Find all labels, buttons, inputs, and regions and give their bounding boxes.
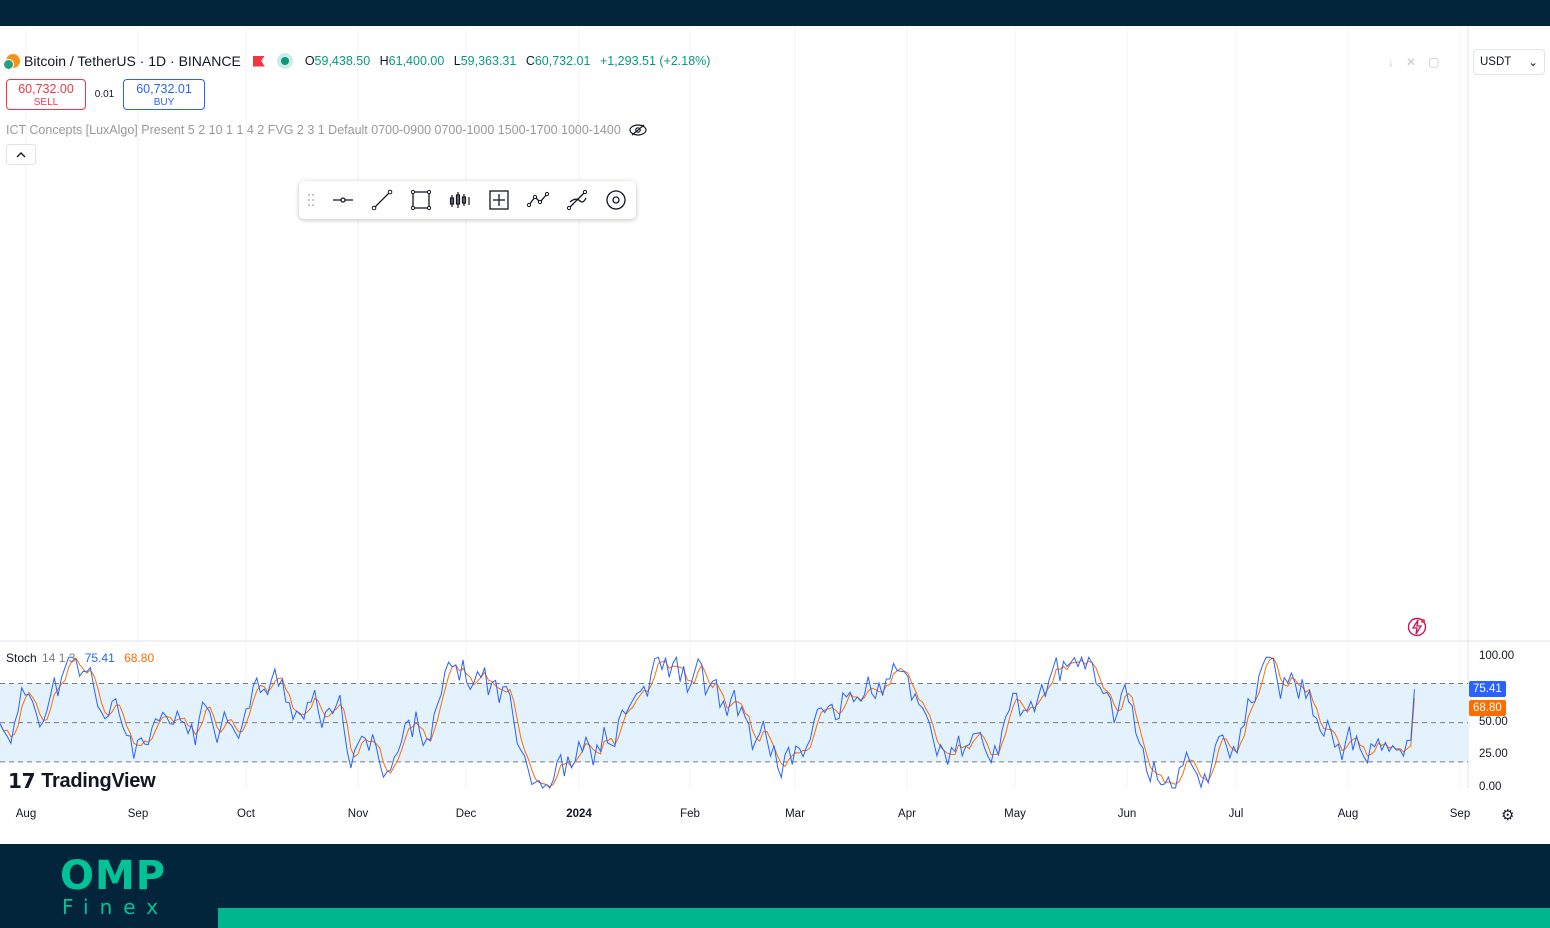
close-value: 60,732.01 [534,54,591,68]
time-tick-label: 2024 [566,808,592,820]
horizontal-line-icon [332,197,353,203]
path-tool[interactable] [518,181,557,219]
stoch-tick-label: 25.00 [1479,748,1508,761]
ohlc-values: O59,438.50 H61,400.00 L59,363.31 C60,732… [305,54,717,68]
path-icon [526,191,549,208]
rectangle-icon [410,189,431,211]
top-banner [0,0,1550,26]
low-value: 59,363.31 [460,54,517,68]
bitcoin-usdt-icon [3,54,20,70]
live-status-dot [280,57,289,65]
stoch-name: Stoch [6,651,37,665]
rectangle-tool[interactable] [401,181,440,219]
high-label: H [379,54,389,68]
buy-label: BUY [153,97,175,108]
time-tick-label: Jun [1117,808,1137,820]
target-tool[interactable] [596,181,635,219]
brand-sub-text: Finex [62,895,170,919]
flash-alert-icon[interactable] [1407,617,1427,637]
chevron-down-icon: ⌄ [1528,57,1538,69]
time-tick-label: Dec [455,808,477,820]
buy-price: 60,732.01 [136,82,192,96]
symbol-legend: Bitcoin / TetherUS · 1D · BINANCE O59,43… [3,53,717,70]
time-tick-label: Apr [898,808,916,820]
sell-button[interactable]: 60,732.00 SELL [6,79,86,110]
time-tick-label: Aug [1337,808,1359,820]
stoch-k-value: 75.41 [84,651,115,665]
tradingview-icon: 17 [8,769,36,793]
low-label: L [453,54,461,68]
trend-line-tool[interactable] [362,181,401,219]
tradingview-wordmark: TradingView [41,769,156,792]
currency-select[interactable]: USDT ⌄ [1473,49,1545,75]
drawing-toolbar [299,181,636,219]
symbol-title[interactable]: Bitcoin / TetherUS · 1D · BINANCE [24,53,241,69]
stoch-k-tag: 75.41 [1469,681,1506,698]
omp-finex-logo: OMP Finex [60,856,169,918]
indicator-legend[interactable]: ICT Concepts [LuxAlgo] Present 5 2 10 1 … [6,123,647,137]
trade-buttons: 60,732.00 SELL 0.01 60,732.01 BUY [6,79,205,110]
parallel-channel-tool[interactable] [557,181,596,219]
arrow-down-icon[interactable]: ↓ [1388,55,1394,69]
close-label: C [525,54,535,68]
time-tick-label: Aug [15,808,37,820]
stoch-tick-label: 100.00 [1479,650,1515,663]
horizontal-line-tool[interactable] [323,181,362,219]
gear-icon[interactable]: ⚙ [1501,806,1514,824]
channel-icon [566,189,587,211]
time-tick-label: Jul [1228,808,1244,820]
chart-panel[interactable]: Bitcoin / TetherUS · 1D · BINANCE O59,43… [0,26,1550,844]
time-tick-label: Sep [127,808,149,820]
trend-line-icon [371,189,392,211]
tradingview-logo[interactable]: 17 TradingView [8,769,156,793]
stoch-legend[interactable]: Stoch 14 1 3 75.41 68.80 [6,651,154,665]
time-tick-label: May [1004,808,1026,820]
fullscreen-icon[interactable]: ▢ [1428,55,1439,69]
close-icon[interactable]: ✕ [1406,55,1416,69]
price-chart[interactable] [0,26,1550,844]
stoch-d-tag: 68.80 [1469,700,1506,717]
time-tick-label: Mar [785,808,805,820]
candles-icon [449,192,470,208]
sell-price: 60,732.00 [18,82,74,96]
target-icon [605,190,626,210]
stoch-tick-label: 0.00 [1479,781,1502,793]
footer-stripe [218,908,1550,928]
sell-label: SELL [33,97,59,108]
time-tick-label: Sep [1449,808,1471,820]
window-controls: ↓ ✕ ▢ [1388,55,1439,69]
stoch-tick-label: 50.00 [1479,715,1508,728]
collapse-legend-button[interactable] [6,144,36,165]
time-tick-label: Feb [680,808,700,820]
drag-handle-icon[interactable] [299,181,323,219]
indicator-name: ICT Concepts [LuxAlgo] Present 5 2 10 1 … [6,123,621,137]
spread-value: 0.01 [94,89,115,100]
eye-hidden-icon[interactable] [629,124,647,136]
measure-tool[interactable] [479,181,518,219]
buy-button[interactable]: 60,732.01 BUY [123,79,205,110]
brand-main-text: OMP [60,853,167,899]
flag-icon[interactable] [252,55,265,67]
change-value: +1,293.51 (+2.18%) [599,54,711,68]
stoch-params: 14 1 3 [42,651,76,665]
time-tick-label: Oct [237,808,255,820]
currency-value: USDT [1480,56,1512,68]
stoch-d-value: 68.80 [124,651,155,665]
candles-pattern-tool[interactable] [440,181,479,219]
time-tick-label: Nov [347,808,369,820]
chevron-up-icon [16,151,26,157]
open-value: 59,438.50 [314,54,371,68]
open-label: O [304,54,315,68]
high-value: 61,400.00 [388,54,445,68]
measure-icon [488,190,509,210]
